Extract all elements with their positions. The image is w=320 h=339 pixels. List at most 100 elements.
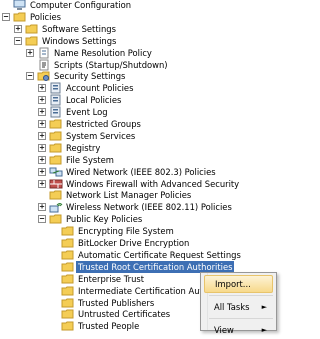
tree-label: Encrypting File System [78,226,174,237]
tree-label: Untrusted Certificates [78,309,171,320]
folder-icon [49,142,63,154]
tree-scripts[interactable]: Scripts (Startup/Shutdown) [0,59,276,71]
menu-separator [209,294,273,296]
tree-software-settings[interactable]: + Software Settings [0,23,276,35]
tree-label: Computer Configuration [30,0,132,10]
folder-icon [61,308,75,320]
tree-label: Network List Manager Policies [66,190,192,201]
folder-icon [61,225,75,237]
folder-icon [61,273,75,285]
context-menu: Import... All Tasks ► View ► [200,271,277,335]
folder-icon [61,261,75,273]
tree-auto-cert-request[interactable]: Automatic Certificate Request Settings [0,249,276,261]
tree-label: Trusted People [78,321,140,332]
tree-label: Wired Network (IEEE 802.3) Policies [66,166,216,177]
tree-label: Policies [30,11,61,22]
menu-item-label: All Tasks [214,301,250,312]
policy-icon [49,106,63,118]
expand-icon[interactable]: + [38,108,46,117]
submenu-arrow-icon: ► [261,302,267,311]
tree-name-resolution-policy[interactable]: + Name Resolution Policy [0,47,276,59]
policy-icon [49,94,63,106]
folder-icon [61,297,75,309]
tree-label: Wireless Network (IEEE 802.11) Policies [66,202,232,213]
tree-label: System Services [66,130,136,141]
tree-account-policies[interactable]: + Account Policies [0,82,276,94]
security-settings-icon [37,70,51,82]
tree-label: Restricted Groups [66,119,141,129]
tree-label: Software Settings [42,23,116,34]
collapse-icon[interactable]: − [14,36,22,45]
expand-icon[interactable]: + [26,48,34,57]
tree-restricted-groups[interactable]: + Restricted Groups [0,118,276,130]
tree-bitlocker[interactable]: BitLocker Drive Encryption [0,237,276,249]
tree-label: Windows Firewall with Advanced Security [66,178,240,189]
expand-icon[interactable]: + [38,155,46,164]
collapse-icon[interactable]: − [38,215,46,224]
tree-policies[interactable]: − Policies [0,11,276,23]
menu-item-label: Import... [215,278,251,289]
expand-icon[interactable]: + [38,179,46,188]
expand-icon[interactable]: + [38,203,46,212]
tree-label: Automatic Certificate Request Settings [78,249,241,260]
tree-windows-settings[interactable]: − Windows Settings [0,35,276,47]
folder-icon [61,285,75,297]
tree-label: Trusted Publishers [78,297,155,308]
expand-icon[interactable]: + [38,131,46,140]
tree-label: Scripts (Startup/Shutdown) [54,59,168,70]
tree-label: Event Log [66,107,108,118]
script-icon [37,59,51,71]
menu-item-all-tasks[interactable]: All Tasks ► [204,298,273,316]
expand-icon[interactable]: + [38,120,46,128]
tree-system-services[interactable]: + System Services [0,130,276,142]
expand-icon[interactable]: + [38,96,46,105]
expand-icon[interactable]: + [38,167,46,176]
tree-label: Local Policies [66,95,122,106]
tree-label: Name Resolution Policy [54,47,152,58]
folder-icon [49,154,63,166]
tree-computer-configuration[interactable]: Computer Configuration [0,0,276,11]
tree-wired-network[interactable]: + Wired Network (IEEE 802.3) Policies [0,166,276,178]
folder-open-icon [49,213,63,225]
tree-wireless-network[interactable]: + Wireless Network (IEEE 802.11) Policie… [0,201,276,213]
menu-separator [209,317,273,319]
wireless-icon [49,201,63,213]
folder-open-icon [13,11,27,23]
folder-icon [49,118,63,130]
tree-label: Windows Settings [42,35,117,46]
collapse-icon[interactable]: − [2,12,10,21]
tree-event-log[interactable]: + Event Log [0,106,276,118]
folder-open-icon [25,35,39,47]
folder-icon [25,23,39,35]
document-icon [37,47,51,59]
tree-windows-firewall[interactable]: + Windows Firewall with Advanced Securit… [0,178,276,190]
firewall-icon [49,178,63,190]
expand-icon[interactable]: + [14,24,22,33]
folder-icon [61,237,75,249]
computer-icon [13,0,27,11]
folder-icon [49,189,63,201]
tree-local-policies[interactable]: + Local Policies [0,94,276,106]
tree-label: Registry [66,142,101,153]
expand-icon[interactable]: + [38,143,46,152]
policy-icon [49,82,63,94]
tree-label: Public Key Policies [66,214,143,225]
tree-label: Enterprise Trust [78,273,145,284]
expand-icon[interactable]: + [38,84,46,93]
tree-encrypting-file-system[interactable]: Encrypting File System [0,225,276,237]
tree-public-key-policies[interactable]: − Public Key Policies [0,213,276,225]
tree-network-list-manager[interactable]: Network List Manager Policies [0,189,276,201]
folder-icon [61,320,75,332]
tree-file-system[interactable]: + File System [0,154,276,166]
tree-label: Security Settings [54,71,126,82]
tree-label: BitLocker Drive Encryption [78,238,190,248]
tree-security-settings[interactable]: − Security Settings [0,70,276,82]
tree-label: Account Policies [66,83,134,94]
network-icon [49,166,63,178]
tree-label: File System [66,154,114,165]
collapse-icon[interactable]: − [26,72,34,81]
tree-registry[interactable]: + Registry [0,142,276,154]
folder-icon [49,130,63,142]
folder-icon [61,249,75,261]
menu-item-import[interactable]: Import... [204,274,273,293]
